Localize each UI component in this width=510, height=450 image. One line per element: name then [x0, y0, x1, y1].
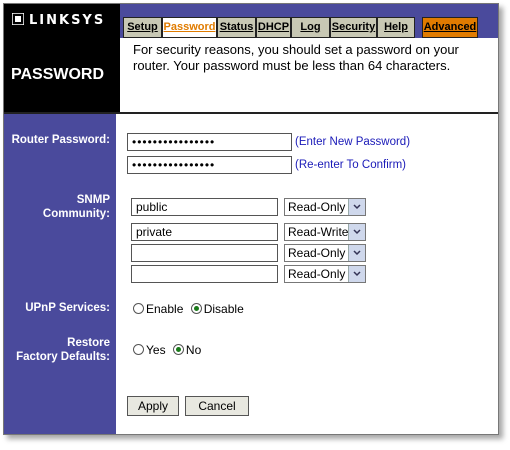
snmp-label-line1: SNMP — [76, 194, 110, 206]
snmp-community-input-1[interactable]: public — [131, 198, 278, 216]
tab-security[interactable]: Security — [330, 17, 377, 38]
restore-no-radio[interactable] — [172, 344, 184, 355]
new-password-hint: (Enter New Password) — [295, 136, 411, 148]
tab-advanced[interactable]: Advanced — [422, 17, 478, 38]
upnp-enable-radio[interactable] — [133, 303, 144, 314]
upnp-enable-label: Enable — [146, 302, 184, 316]
page-description: For security reasons, you should set a p… — [133, 42, 459, 73]
snmp-label-line2: Community: — [42, 208, 110, 220]
snmp-access-select-1[interactable]: Read-Only — [284, 198, 366, 216]
snmp-community-input-4[interactable] — [131, 265, 278, 283]
snmp-access-value-3: Read-Only — [288, 246, 346, 260]
upnp-label: UPnP Services: — [25, 302, 110, 314]
snmp-access-select-3[interactable]: Read-Only — [284, 244, 366, 262]
restore-no-label: No — [185, 343, 202, 357]
chevron-down-icon — [348, 245, 365, 261]
restore-yes-label: Yes — [146, 343, 166, 357]
brand-name: LINKSYS — [29, 13, 106, 28]
form-area: •••••••••••••••• (Enter New Password) ••… — [116, 114, 498, 434]
tab-setup[interactable]: Setup — [123, 17, 162, 38]
chevron-down-icon — [348, 224, 365, 240]
restore-defaults-options: Yes No — [133, 343, 201, 357]
tab-help[interactable]: Help — [377, 17, 415, 38]
tab-status[interactable]: Status — [217, 17, 256, 38]
label-column: Router Password: SNMP Community: UPnP Se… — [4, 114, 116, 434]
snmp-access-value-2: Read-Write — [288, 225, 349, 239]
cancel-button[interactable]: Cancel — [185, 396, 249, 416]
linksys-logo-icon — [12, 13, 24, 25]
restore-label-line2: Factory Defaults: — [16, 351, 110, 363]
restore-label-line1: Restore — [67, 337, 110, 349]
snmp-access-value-1: Read-Only — [288, 200, 346, 214]
restore-yes-radio[interactable] — [133, 344, 144, 355]
tab-log[interactable]: Log — [291, 17, 330, 38]
snmp-access-select-2[interactable]: Read-Write — [284, 223, 366, 241]
snmp-community-input-2[interactable]: private — [131, 223, 278, 241]
tab-dhcp[interactable]: DHCP — [256, 17, 291, 38]
router-password-label: Router Password: — [11, 134, 110, 146]
chevron-down-icon — [348, 266, 365, 282]
snmp-access-value-4: Read-Only — [288, 267, 346, 281]
linksys-logo: LINKSYS — [4, 4, 120, 38]
confirm-password-hint: (Re-enter To Confirm) — [295, 159, 406, 171]
page-title: PASSWORD — [4, 38, 120, 112]
tab-password[interactable]: Password — [162, 17, 217, 38]
confirm-password-input[interactable]: •••••••••••••••• — [127, 156, 292, 174]
chevron-down-icon — [348, 199, 365, 215]
upnp-disable-label: Disable — [203, 302, 244, 316]
apply-button[interactable]: Apply — [127, 396, 179, 416]
router-admin-window: LINKSYS Setup Password Status DHCP Log S… — [3, 3, 499, 435]
new-password-input[interactable]: •••••••••••••••• — [127, 133, 292, 151]
snmp-community-input-3[interactable] — [131, 244, 278, 262]
upnp-disable-radio[interactable] — [190, 303, 202, 314]
snmp-access-select-4[interactable]: Read-Only — [284, 265, 366, 283]
upnp-options: Enable Disable — [133, 302, 244, 316]
